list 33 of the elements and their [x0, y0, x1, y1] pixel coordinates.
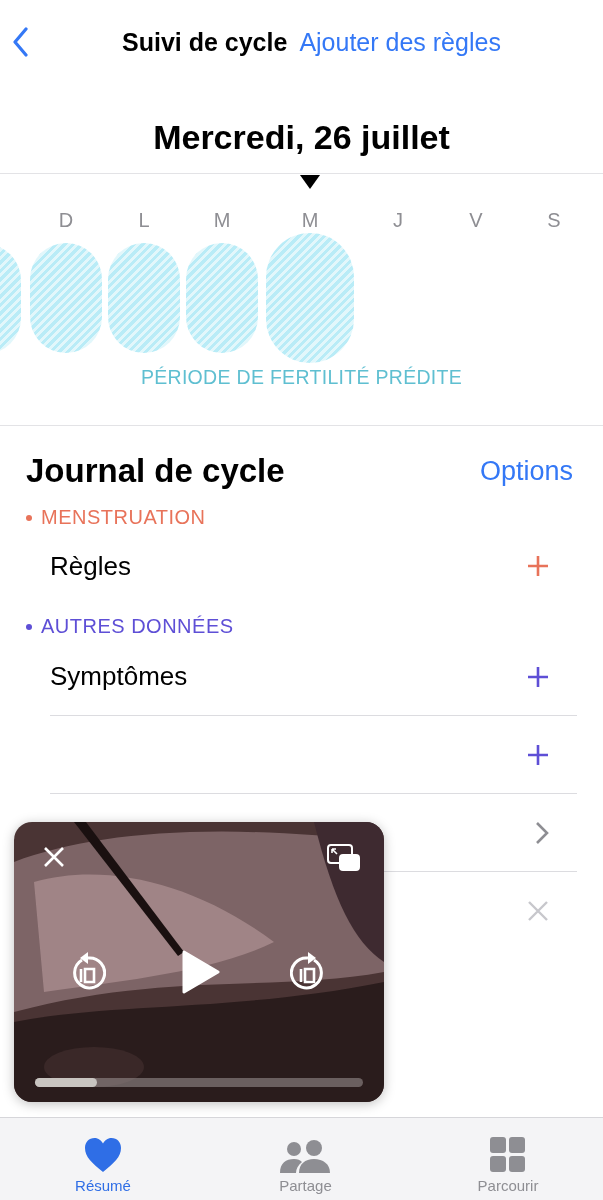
weekday-label: V — [469, 208, 483, 232]
add-icon[interactable] — [527, 555, 549, 577]
weekday-label: M — [301, 208, 319, 232]
tab[interactable]: Résumé — [48, 1118, 158, 1200]
add-icon[interactable] — [527, 665, 549, 688]
category-label: MENSTRUATION — [41, 506, 206, 529]
log-item-label: Règles — [50, 550, 131, 582]
play-icon[interactable] — [182, 950, 220, 994]
tab[interactable]: Partage — [250, 1118, 361, 1200]
screen-title: Suivi de cycle — [122, 27, 288, 57]
section-title: Journal de cycle — [26, 452, 285, 490]
log-item-label: Symptômes — [50, 661, 188, 692]
chevron-icon[interactable] — [535, 820, 549, 845]
back-icon[interactable] — [12, 27, 28, 57]
add-period-link[interactable]: Ajouter des règles — [299, 27, 501, 57]
people-icon — [279, 1139, 332, 1173]
progress-bar[interactable] — [35, 1078, 363, 1087]
category-label: AUTRES DONNÉES — [41, 615, 234, 638]
weekday-label: S — [547, 208, 561, 232]
skip-forward-icon[interactable] — [290, 952, 326, 992]
options-link[interactable]: Options — [479, 455, 573, 487]
tab[interactable]: Parcourir — [453, 1118, 563, 1200]
weekday-label: D — [58, 208, 74, 232]
heart-icon — [84, 1137, 122, 1173]
grid-icon — [490, 1137, 526, 1173]
picture-in-picture-icon[interactable] — [327, 844, 361, 872]
weekday-label: J — [393, 208, 403, 232]
add-icon[interactable] — [527, 743, 549, 766]
weekday-label: L — [138, 208, 150, 232]
date-title: Mercredi, 26 juillet — [152, 117, 451, 158]
skip-back-icon[interactable] — [70, 952, 106, 992]
fertility-legend: PÉRIODE DE FERTILITÉ PRÉDITE — [0, 364, 603, 426]
weekday-label: M — [213, 208, 231, 232]
